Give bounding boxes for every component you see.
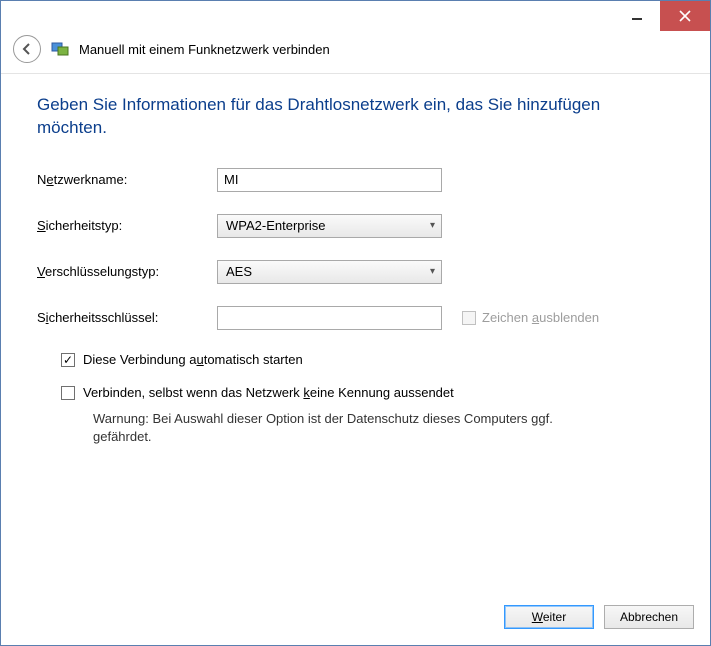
row-security-key: Sicherheitsschlüssel: Zeichen ausblenden — [37, 306, 674, 330]
close-button[interactable] — [660, 1, 710, 31]
footer: Weiter Abbrechen — [1, 593, 710, 645]
security-type-value: WPA2-Enterprise — [226, 218, 325, 233]
titlebar — [1, 1, 710, 31]
security-type-select[interactable]: WPA2-Enterprise ▾ — [217, 214, 442, 238]
row-encryption-type: Verschlüsselungstyp: AES ▾ — [37, 260, 674, 284]
row-security-type: Sicherheitstyp: WPA2-Enterprise ▾ — [37, 214, 674, 238]
instruction-text: Geben Sie Informationen für das Drahtlos… — [37, 94, 674, 140]
row-network-name: Netzwerkname: — [37, 168, 674, 192]
warning-text: Warnung: Bei Auswahl dieser Option ist d… — [93, 410, 613, 446]
label-security-type: Sicherheitstyp: — [37, 218, 217, 233]
next-button[interactable]: Weiter — [504, 605, 594, 629]
checkbox-connect-hidden-label: Verbinden, selbst wenn das Netzwerk kein… — [83, 385, 454, 400]
checkbox-auto-start[interactable]: Diese Verbindung automatisch starten — [61, 352, 674, 367]
checkbox-connect-hidden[interactable]: Verbinden, selbst wenn das Netzwerk kein… — [61, 385, 674, 400]
checkbox-icon — [61, 386, 75, 400]
label-encryption-type: Verschlüsselungstyp: — [37, 264, 217, 279]
wizard-title: Manuell mit einem Funknetzwerk verbinden — [79, 42, 330, 57]
label-network-name: Netzwerkname: — [37, 172, 217, 187]
hide-characters-checkbox: Zeichen ausblenden — [462, 310, 599, 325]
checkbox-auto-start-label: Diese Verbindung automatisch starten — [83, 352, 303, 367]
chevron-down-icon: ▾ — [430, 266, 435, 277]
encryption-type-select[interactable]: AES ▾ — [217, 260, 442, 284]
encryption-type-value: AES — [226, 264, 252, 279]
minimize-button[interactable] — [614, 1, 660, 31]
content-area: Geben Sie Informationen für das Drahtlos… — [1, 73, 710, 593]
network-wizard-icon — [51, 40, 69, 58]
wizard-header: Manuell mit einem Funknetzwerk verbinden — [1, 31, 710, 73]
wizard-window: Manuell mit einem Funknetzwerk verbinden… — [0, 0, 711, 646]
back-button[interactable] — [13, 35, 41, 63]
security-key-input — [217, 306, 442, 330]
cancel-button[interactable]: Abbrechen — [604, 605, 694, 629]
network-name-input[interactable] — [217, 168, 442, 192]
checkbox-icon — [462, 311, 476, 325]
checkbox-icon — [61, 353, 75, 367]
label-security-key: Sicherheitsschlüssel: — [37, 310, 217, 325]
chevron-down-icon: ▾ — [430, 220, 435, 231]
